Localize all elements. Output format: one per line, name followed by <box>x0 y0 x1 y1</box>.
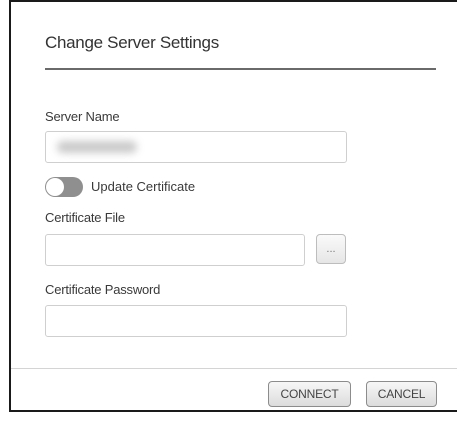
server-name-label: Server Name <box>45 109 120 124</box>
certificate-password-label: Certificate Password <box>45 282 161 297</box>
footer-divider <box>11 368 457 369</box>
change-server-settings-dialog: Change Server Settings Server Name Updat… <box>9 0 457 412</box>
update-certificate-toggle[interactable] <box>45 177 83 197</box>
title-divider <box>45 68 436 70</box>
dialog-title: Change Server Settings <box>45 33 219 52</box>
toggle-knob <box>46 178 64 196</box>
connect-button[interactable]: CONNECT <box>268 381 351 407</box>
server-name-redacted-value <box>57 141 137 153</box>
browse-file-button[interactable]: ... <box>316 234 346 264</box>
certificate-password-input[interactable] <box>45 305 347 337</box>
server-name-input[interactable] <box>45 131 347 163</box>
cancel-button[interactable]: CANCEL <box>366 381 437 407</box>
update-certificate-label: Update Certificate <box>91 179 196 194</box>
certificate-file-input[interactable] <box>45 234 305 266</box>
certificate-file-label: Certificate File <box>45 210 125 225</box>
